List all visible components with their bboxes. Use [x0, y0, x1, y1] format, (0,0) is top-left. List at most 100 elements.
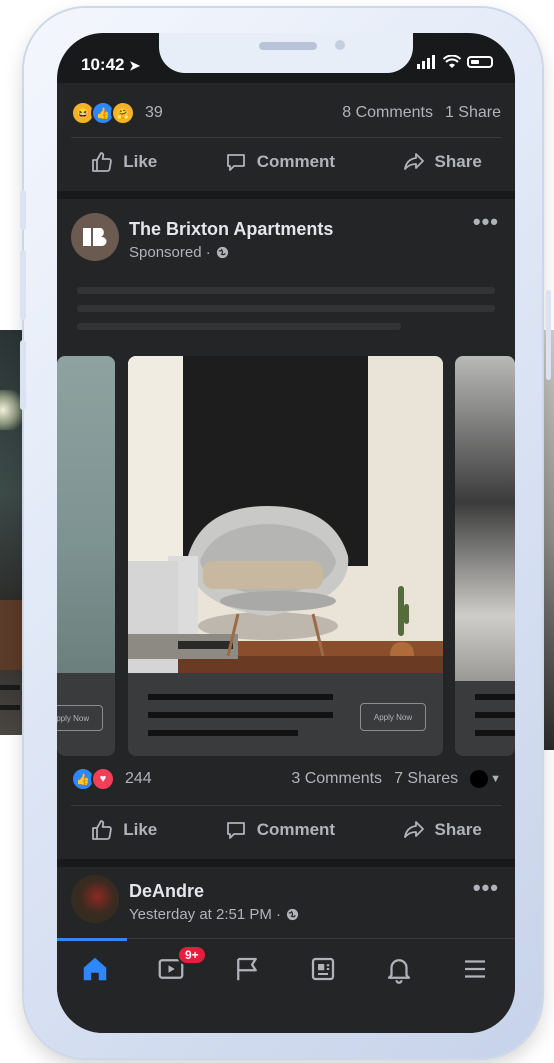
care-icon: 🤗: [111, 101, 135, 125]
share-button[interactable]: Share: [402, 150, 482, 174]
comment-button[interactable]: Comment: [224, 150, 335, 174]
battery-icon: [467, 56, 493, 68]
wifi-icon: [443, 55, 461, 68]
text-line: [0, 705, 20, 710]
shares-count[interactable]: 1 Share: [445, 104, 501, 122]
status-icons: [417, 55, 493, 69]
sponsored-meta: Sponsored ·: [129, 244, 229, 261]
post-timestamp[interactable]: Yesterday at 2:51 PM ·: [129, 906, 281, 923]
like-label: Like: [123, 820, 158, 839]
more-options-icon[interactable]: •••: [473, 875, 499, 901]
like-button[interactable]: Like: [90, 150, 157, 174]
text-line: [475, 730, 515, 736]
actions-row: Like Comment Share: [57, 806, 515, 854]
text-line: [0, 685, 20, 690]
tab-notifications[interactable]: [361, 939, 437, 999]
power-button: [546, 290, 551, 380]
menu-icon: [465, 960, 485, 978]
comments-count[interactable]: 3 Comments: [291, 770, 382, 788]
sponsored-post-card: The Brixton Apartments Sponsored · ••• A…: [57, 199, 515, 859]
headline-placeholder: [148, 694, 333, 700]
comment-label: Comment: [256, 152, 336, 171]
comment-label: Comment: [256, 820, 336, 839]
reaction-emojis[interactable]: 😆 👍 🤗: [71, 101, 135, 125]
reaction-count[interactable]: 39: [145, 104, 163, 122]
apply-now-button[interactable]: Apply Now: [57, 705, 103, 731]
tab-news[interactable]: [285, 939, 361, 999]
status-time: 10:42 ➤: [81, 55, 140, 75]
page-name[interactable]: The Brixton Apartments: [129, 219, 333, 240]
comment-button[interactable]: Comment: [224, 818, 335, 842]
tab-menu[interactable]: [437, 939, 513, 999]
love-reaction-icon: ♥: [91, 767, 115, 791]
volume-down-button: [20, 340, 26, 410]
page-avatar[interactable]: [71, 213, 119, 261]
share-icon: [403, 153, 424, 170]
news-icon: [311, 957, 335, 981]
tab-pages[interactable]: [209, 939, 285, 999]
author-avatar[interactable]: [71, 875, 119, 923]
thumbs-up-icon: [92, 820, 113, 840]
chevron-down-icon: ▼: [490, 773, 501, 785]
thumbs-up-icon: [92, 152, 113, 172]
share-icon: [403, 821, 424, 838]
bell-icon: [387, 959, 411, 984]
globe-icon: [216, 246, 228, 259]
actions-row: Like Comment Share: [57, 138, 515, 186]
reactions-row: 👍 ♥ 244 3 Comments 7 Shares ▼: [57, 759, 515, 799]
text-line: [475, 694, 515, 700]
apply-now-button[interactable]: Apply Now: [360, 703, 426, 731]
comment-icon: [226, 822, 245, 839]
volume-up-button: [20, 250, 26, 320]
camera: [335, 40, 345, 50]
location-arrow-icon: ➤: [129, 58, 141, 73]
description-placeholder: [148, 730, 298, 736]
ad-text-placeholder: [77, 287, 495, 294]
carousel-card-main[interactable]: Apply Now: [128, 356, 443, 756]
profile-dot-icon: [470, 770, 489, 788]
ad-text-placeholder: [77, 323, 401, 330]
notch: [159, 33, 413, 73]
reaction-count[interactable]: 244: [125, 770, 152, 788]
reaction-emojis[interactable]: 👍 ♥: [71, 767, 115, 791]
share-button[interactable]: Share: [402, 818, 482, 842]
carousel-card-next[interactable]: [455, 356, 515, 756]
reactions-row: 😆 👍 🤗 39 8 Comments 1 Share: [57, 93, 515, 133]
post-card-previous: 😆 👍 🤗 39 8 Comments 1 Share Like Comment: [57, 83, 515, 191]
comments-count[interactable]: 8 Comments: [342, 104, 433, 122]
sponsored-label: Sponsored ·: [129, 244, 211, 261]
tab-home[interactable]: [57, 939, 133, 999]
tab-video[interactable]: 9+: [133, 939, 209, 999]
notification-badge: 9+: [177, 945, 207, 965]
cta-label: Apply Now: [57, 713, 90, 723]
carousel-image: [57, 356, 115, 673]
post-card-next: DeAndre Yesterday at 2:51 PM · •••: [57, 867, 515, 947]
comment-icon: [226, 154, 245, 171]
carousel-image: [455, 356, 515, 681]
post-meta: Yesterday at 2:51 PM ·: [129, 906, 299, 923]
cta-label: Apply Now: [373, 712, 413, 722]
home-icon: [83, 957, 107, 981]
audience-selector[interactable]: ▼: [470, 770, 501, 788]
more-options-icon[interactable]: •••: [473, 209, 499, 235]
signal-icon: [417, 55, 435, 69]
like-label: Like: [123, 152, 158, 171]
carousel-image: [128, 356, 443, 673]
share-label: Share: [434, 152, 482, 171]
ad-text-placeholder: [77, 305, 495, 312]
description-placeholder: [148, 712, 333, 718]
carousel-card-previous[interactable]: Apply Now: [57, 356, 115, 756]
flag-icon: [237, 957, 257, 981]
author-name[interactable]: DeAndre: [129, 881, 204, 902]
speaker: [259, 42, 317, 50]
globe-icon: [286, 908, 299, 921]
bottom-tab-bar: 9+: [57, 938, 515, 1033]
brixton-logo-icon: [83, 228, 107, 246]
mute-switch: [20, 190, 26, 230]
like-button[interactable]: Like: [90, 818, 157, 842]
text-line: [475, 712, 515, 718]
shares-count[interactable]: 7 Shares: [394, 770, 458, 788]
share-label: Share: [434, 820, 482, 839]
time-label: 10:42: [81, 55, 125, 74]
phone-screen: 10:42 ➤ 😆 👍 🤗 39 8 Comments 1 Share Like…: [57, 33, 515, 1033]
